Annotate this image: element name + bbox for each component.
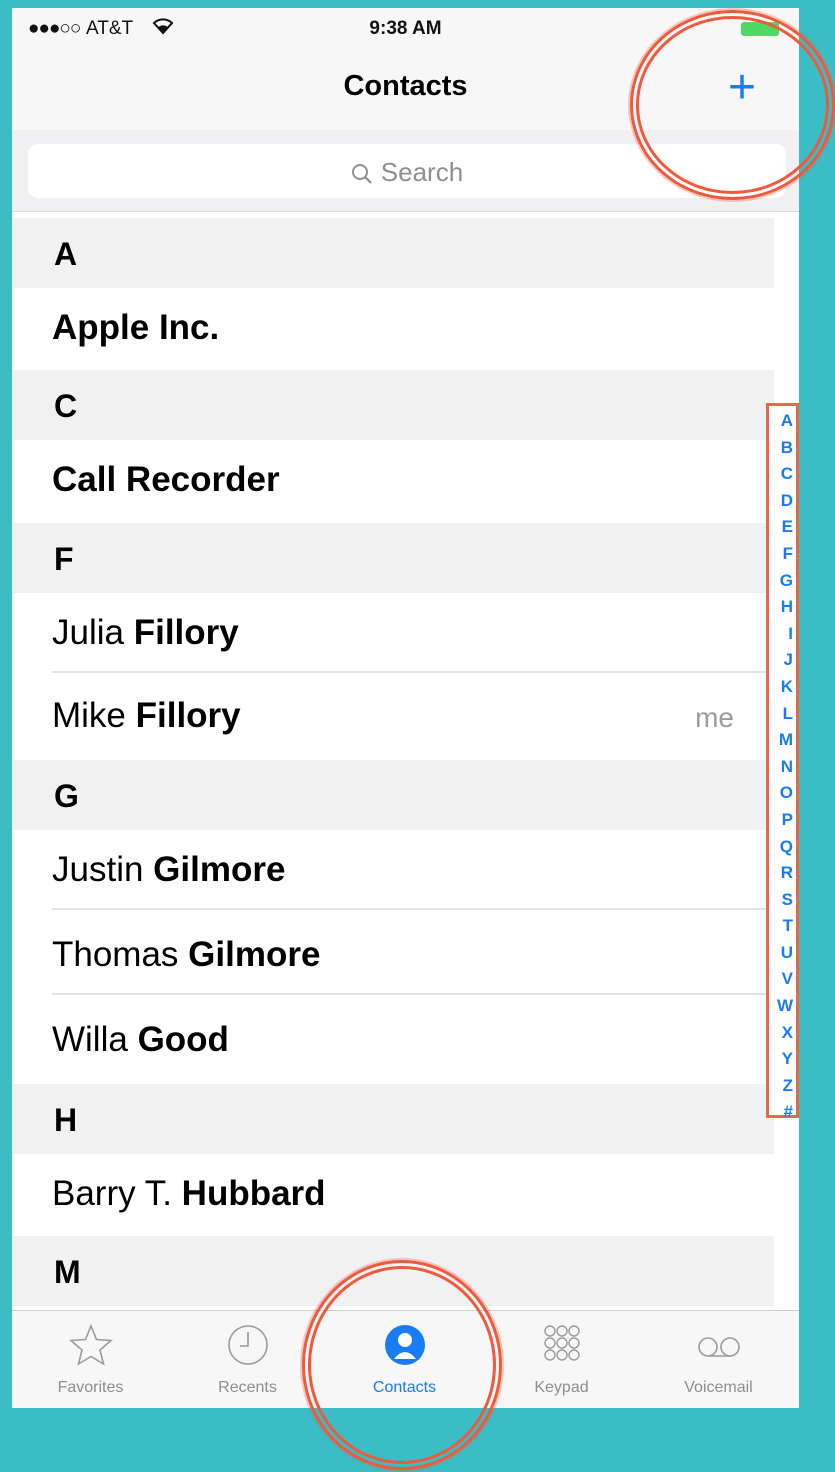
index-letter[interactable]: C bbox=[769, 461, 796, 488]
contact-row[interactable]: Thomas Gilmore bbox=[12, 915, 774, 995]
contact-first-name: Justin bbox=[52, 850, 154, 889]
contact-last-name: Call Recorder bbox=[52, 460, 280, 499]
contact-row[interactable]: Call Recorder bbox=[12, 440, 774, 520]
contact-row[interactable]: Apple Inc. bbox=[12, 288, 774, 368]
index-letter[interactable]: X bbox=[769, 1020, 796, 1047]
section-letter: F bbox=[54, 541, 74, 577]
search-placeholder: Search bbox=[380, 157, 464, 187]
index-letter[interactable]: M bbox=[769, 727, 796, 754]
contact-first-name: Willa bbox=[52, 1020, 138, 1059]
contact-first-name: Mike bbox=[52, 696, 136, 735]
index-letter[interactable]: # bbox=[769, 1099, 796, 1126]
index-letter[interactable]: Z bbox=[769, 1073, 796, 1100]
tab-label: Keypad bbox=[534, 1379, 589, 1396]
index-letter[interactable]: L bbox=[769, 701, 796, 728]
contact-last-name: Fillory bbox=[133, 613, 239, 652]
alphabet-index[interactable]: A B C D E F G H I J K L M N O P Q R S T … bbox=[766, 403, 799, 1121]
index-letter[interactable]: V bbox=[769, 966, 796, 993]
index-letter[interactable]: N bbox=[769, 754, 796, 781]
section-header-g: G bbox=[12, 760, 774, 830]
tab-keypad[interactable]: Keypad bbox=[483, 1311, 640, 1408]
contact-last-name: Gilmore bbox=[188, 935, 321, 974]
contact-first-name: Thomas bbox=[52, 935, 189, 974]
contact-last-name: Apple Inc. bbox=[52, 308, 220, 347]
index-letter[interactable]: G bbox=[769, 568, 796, 595]
index-letter[interactable]: I bbox=[769, 621, 796, 648]
index-letter[interactable]: W bbox=[769, 993, 796, 1020]
section-letter: C bbox=[54, 388, 78, 424]
index-letter[interactable]: P bbox=[769, 807, 796, 834]
voicemail-icon bbox=[694, 1323, 744, 1372]
index-letter[interactable]: R bbox=[769, 860, 796, 887]
me-badge: me bbox=[695, 702, 734, 733]
section-header-f: F bbox=[12, 523, 774, 593]
section-letter: H bbox=[54, 1102, 78, 1138]
index-letter[interactable]: S bbox=[769, 887, 796, 914]
section-letter: G bbox=[54, 778, 79, 814]
annotation-circle-contacts-tab bbox=[302, 1260, 502, 1470]
tab-label: Voicemail bbox=[684, 1379, 753, 1396]
index-letter[interactable]: B bbox=[769, 435, 796, 462]
index-letter[interactable]: U bbox=[769, 940, 796, 967]
index-letter[interactable]: K bbox=[769, 674, 796, 701]
contact-row[interactable]: Julia Fillory bbox=[12, 593, 774, 673]
contact-first-name: Barry T. bbox=[52, 1174, 182, 1213]
section-letter: M bbox=[54, 1254, 81, 1290]
phone-screen: ●●●○○ AT&T 9:38 AM Contacts + Search A A… bbox=[12, 8, 799, 1408]
section-header-c: C bbox=[12, 370, 774, 440]
index-letter[interactable]: H bbox=[769, 594, 796, 621]
section-letter: A bbox=[54, 236, 78, 272]
index-letter[interactable]: A bbox=[769, 408, 796, 435]
contact-last-name: Hubbard bbox=[181, 1174, 326, 1213]
index-letter[interactable]: T bbox=[769, 913, 796, 940]
contact-first-name: Julia bbox=[52, 613, 134, 652]
section-header-a: A bbox=[12, 218, 774, 288]
annotation-circle-add bbox=[630, 10, 835, 200]
contact-last-name: Gilmore bbox=[153, 850, 286, 889]
contact-row[interactable]: Mike Fillory me bbox=[12, 676, 774, 756]
index-letter[interactable]: D bbox=[769, 488, 796, 515]
section-header-h: H bbox=[12, 1084, 774, 1154]
index-letter[interactable]: E bbox=[769, 514, 796, 541]
tab-favorites[interactable]: Favorites bbox=[12, 1311, 169, 1408]
index-letter[interactable]: Q bbox=[769, 834, 796, 861]
contact-last-name: Good bbox=[137, 1020, 229, 1059]
star-icon bbox=[68, 1323, 113, 1372]
index-letter[interactable]: O bbox=[769, 780, 796, 807]
contact-row[interactable]: Justin Gilmore bbox=[12, 830, 774, 910]
index-letter[interactable]: J bbox=[769, 647, 796, 674]
clock-icon bbox=[226, 1323, 270, 1372]
keypad-icon bbox=[540, 1323, 584, 1372]
tab-label: Favorites bbox=[57, 1379, 124, 1396]
index-letter[interactable]: Y bbox=[769, 1046, 796, 1073]
contact-row[interactable]: Willa Good bbox=[12, 1000, 774, 1080]
search-icon bbox=[351, 161, 373, 192]
index-letter[interactable]: F bbox=[769, 541, 796, 568]
tab-voicemail[interactable]: Voicemail bbox=[640, 1311, 797, 1408]
contact-row[interactable]: Barry T. Hubbard bbox=[12, 1154, 774, 1234]
contact-last-name: Fillory bbox=[135, 696, 241, 735]
